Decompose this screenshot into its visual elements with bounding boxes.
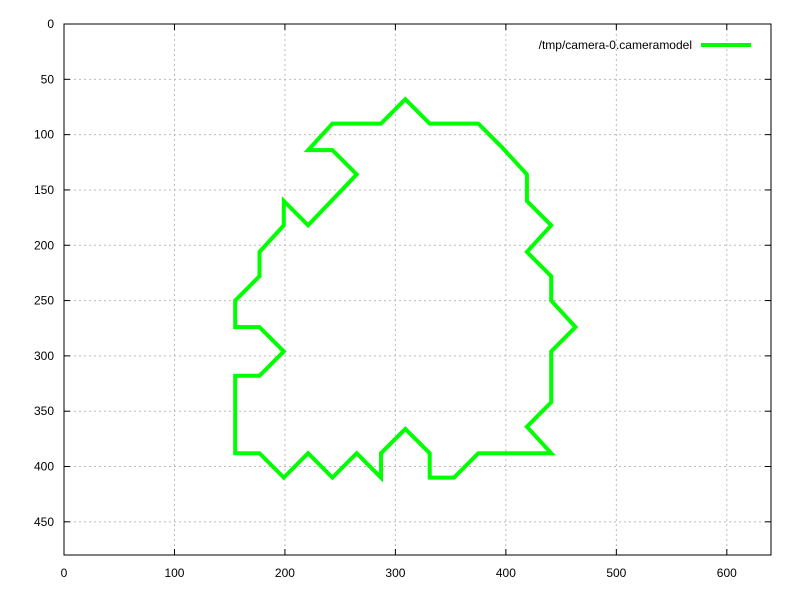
x-tick-label: 500 (606, 566, 626, 580)
y-tick-label: 200 (34, 238, 54, 252)
y-tick-label: 100 (34, 128, 54, 142)
x-tick-label: 100 (164, 566, 184, 580)
y-tick-label: 50 (41, 72, 55, 86)
chart-svg: 0 100 200 300 400 500 600 0 50 100 150 200 250 300 35… (0, 0, 800, 600)
y-tick-label: 0 (47, 17, 54, 31)
y-tick-label: 400 (34, 460, 54, 474)
x-tick-label: 200 (275, 566, 295, 580)
x-tick-label: 300 (385, 566, 405, 580)
x-tick-label: 400 (496, 566, 516, 580)
y-tick-label: 150 (34, 183, 54, 197)
y-tick-label: 450 (34, 515, 54, 529)
x-tick-label: 600 (717, 566, 737, 580)
y-tick-label: 350 (34, 404, 54, 418)
y-tick-label: 250 (34, 294, 54, 308)
y-tick-label: 300 (34, 349, 54, 363)
legend-label: /tmp/camera-0.cameramodel (539, 38, 692, 52)
x-tick-label: 0 (61, 566, 68, 580)
chart-container: 0 100 200 300 400 500 600 0 50 100 150 200 250 300 35… (0, 0, 800, 600)
chart-background (0, 0, 800, 600)
